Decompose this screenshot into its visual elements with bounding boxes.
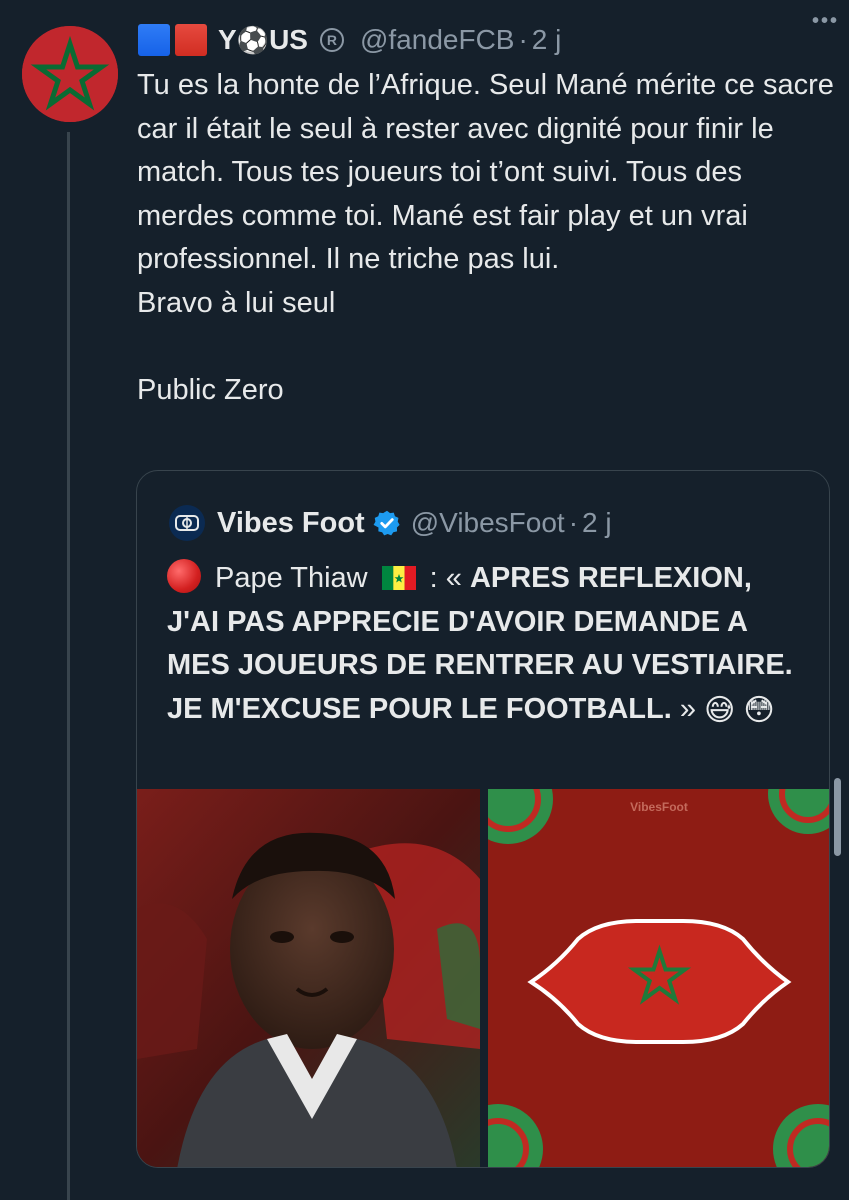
user-avatar[interactable] xyxy=(22,26,118,122)
quoted-lead-name: Pape Thiaw xyxy=(215,562,368,594)
display-name-suffix: US xyxy=(269,24,308,55)
quoted-tweet-header: Vibes Foot @VibesFoot · 2 j xyxy=(169,501,612,545)
quoted-text: Pape Thiaw: « APRES REFLEXION, J'AI PAS … xyxy=(167,557,807,732)
more-options-icon[interactable]: ••• xyxy=(812,10,839,33)
coach-photo-illustration xyxy=(137,789,480,1167)
tweet-time[interactable]: 2 j xyxy=(532,24,562,56)
separator: · xyxy=(518,24,528,55)
red-circle-emoji xyxy=(167,559,201,593)
display-name[interactable]: Y⚽US xyxy=(218,24,308,56)
tweet-text: Tu es la honte de l’Afrique. Seul Mané m… xyxy=(137,69,834,406)
quoted-tweet[interactable]: Vibes Foot @VibesFoot · 2 j Pape Thiaw : … xyxy=(136,470,830,1168)
quoted-avatar[interactable] xyxy=(169,505,205,541)
quoted-display-name[interactable]: Vibes Foot xyxy=(217,507,365,540)
morocco-graphic-illustration: VibesFoot xyxy=(488,789,829,1167)
senegal-flag-emoji xyxy=(381,566,416,590)
quoted-lead-colon: : « xyxy=(429,562,462,594)
quoted-closing: » xyxy=(679,692,696,725)
quoted-handle[interactable]: @VibesFoot xyxy=(411,507,565,539)
display-name-prefix: Y xyxy=(218,24,237,55)
media-graphic-morocco[interactable]: VibesFoot xyxy=(488,789,829,1167)
red-square-emoji xyxy=(175,24,207,56)
media-photo-coach[interactable] xyxy=(137,789,480,1167)
vibesfoot-logo-icon xyxy=(175,515,199,531)
registered-icon: R xyxy=(319,28,344,52)
flushed-face-emoji: 😳 xyxy=(743,693,775,727)
verified-badge-icon xyxy=(373,510,400,536)
thread-line xyxy=(67,132,70,1200)
quoted-separator: · xyxy=(568,507,579,538)
morocco-flag-avatar xyxy=(22,26,118,122)
scrollbar-thumb[interactable] xyxy=(834,778,841,856)
tweet-header: Y⚽US R @fandeFCB · 2 j xyxy=(138,18,838,62)
tweet-screen: Y⚽US R @fandeFCB · 2 j ••• Tu es la hont… xyxy=(0,0,849,1200)
sweat-smile-emoji: 😅 xyxy=(704,693,736,727)
soccer-ball-icon: ⚽ xyxy=(236,25,270,55)
quoted-time[interactable]: 2 j xyxy=(582,507,612,539)
blue-square-emoji xyxy=(138,24,170,56)
user-handle[interactable]: @fandeFCB xyxy=(360,24,515,56)
vibesfoot-watermark: VibesFoot xyxy=(630,800,688,814)
quoted-media: VibesFoot xyxy=(137,789,829,1167)
